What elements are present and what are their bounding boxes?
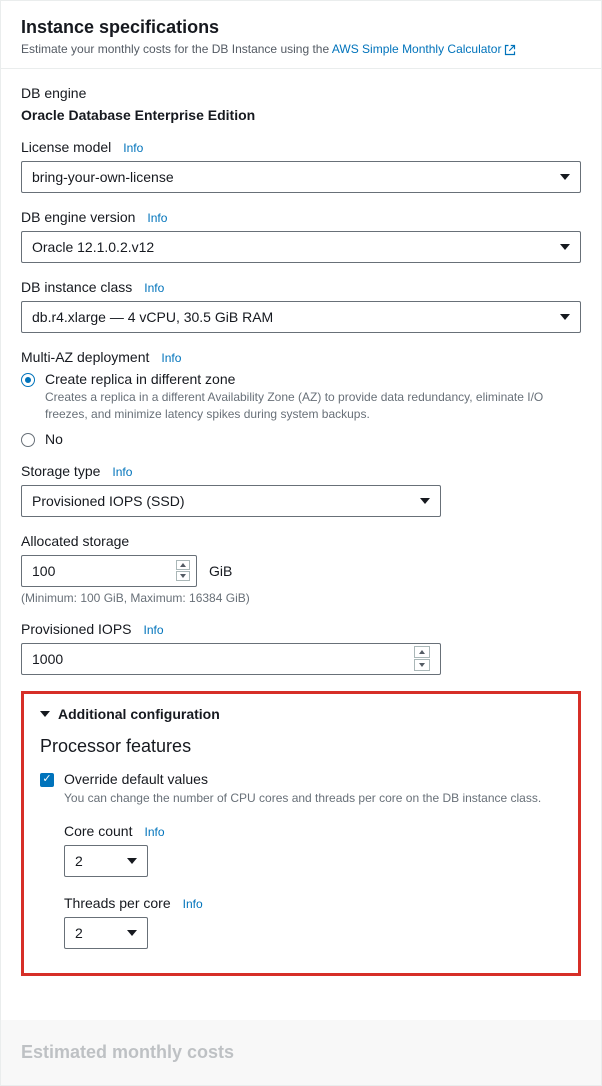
multi-az-option-replica[interactable]: Create replica in different zone Creates…	[21, 371, 581, 423]
chevron-down-icon	[560, 174, 570, 180]
core-count-field: Core count Info 2	[64, 823, 562, 877]
radio-unchecked-icon	[21, 433, 35, 447]
provisioned-iops-input[interactable]: 1000	[21, 643, 441, 675]
external-link-icon	[504, 44, 516, 56]
chevron-down-icon	[420, 498, 430, 504]
header: Instance specifications Estimate your mo…	[1, 1, 601, 68]
allocated-storage-field: Allocated storage 100 GiB (Minimum: 100 …	[21, 533, 581, 605]
threads-info[interactable]: Info	[183, 897, 203, 911]
additional-config-toggle[interactable]: Additional configuration	[40, 706, 562, 722]
db-engine-field: DB engine Oracle Database Enterprise Edi…	[21, 85, 581, 123]
subtitle: Estimate your monthly costs for the DB I…	[21, 42, 581, 56]
chevron-down-icon	[127, 858, 137, 864]
provisioned-iops-field: Provisioned IOPS Info 1000	[21, 621, 581, 675]
license-model-field: License model Info bring-your-own-licens…	[21, 139, 581, 193]
allocated-storage-hint: (Minimum: 100 GiB, Maximum: 16384 GiB)	[21, 591, 581, 605]
checkbox-checked-icon: ✓	[40, 773, 54, 787]
storage-type-info[interactable]: Info	[112, 465, 132, 479]
form-container: Instance specifications Estimate your mo…	[0, 0, 602, 1086]
page-title: Instance specifications	[21, 17, 581, 38]
engine-version-field: DB engine version Info Oracle 12.1.0.2.v…	[21, 209, 581, 263]
additional-config-highlight: Additional configuration Processor featu…	[21, 691, 581, 976]
multi-az-option-no[interactable]: No	[21, 431, 581, 447]
engine-version-info[interactable]: Info	[147, 211, 167, 225]
chevron-down-icon	[127, 930, 137, 936]
engine-version-select[interactable]: Oracle 12.1.0.2.v12	[21, 231, 581, 263]
provisioned-iops-info[interactable]: Info	[144, 623, 164, 637]
instance-class-field: DB instance class Info db.r4.xlarge — 4 …	[21, 279, 581, 333]
triangle-down-icon	[40, 711, 50, 717]
threads-per-core-field: Threads per core Info 2	[64, 895, 562, 949]
multi-az-field: Multi-AZ deployment Info Create replica …	[21, 349, 581, 447]
chevron-down-icon	[560, 244, 570, 250]
instance-class-select[interactable]: db.r4.xlarge — 4 vCPU, 30.5 GiB RAM	[21, 301, 581, 333]
processor-features-title: Processor features	[40, 736, 562, 757]
radio-checked-icon	[21, 373, 35, 387]
override-checkbox-row[interactable]: ✓ Override default values	[40, 771, 562, 787]
number-spinner[interactable]	[414, 646, 430, 671]
chevron-down-icon	[560, 314, 570, 320]
license-model-select[interactable]: bring-your-own-license	[21, 161, 581, 193]
override-description: You can change the number of CPU cores a…	[64, 791, 562, 805]
calculator-link[interactable]: AWS Simple Monthly Calculator	[332, 42, 517, 56]
allocated-storage-input[interactable]: 100	[21, 555, 197, 587]
estimated-costs-section: Estimated monthly costs	[1, 1020, 601, 1085]
estimated-costs-title: Estimated monthly costs	[21, 1042, 581, 1063]
form-body: DB engine Oracle Database Enterprise Edi…	[1, 69, 601, 996]
storage-type-field: Storage type Info Provisioned IOPS (SSD)	[21, 463, 581, 517]
core-count-select[interactable]: 2	[64, 845, 148, 877]
multi-az-info[interactable]: Info	[161, 351, 181, 365]
core-count-info[interactable]: Info	[144, 825, 164, 839]
storage-type-select[interactable]: Provisioned IOPS (SSD)	[21, 485, 441, 517]
instance-class-info[interactable]: Info	[144, 281, 164, 295]
db-engine-value: Oracle Database Enterprise Edition	[21, 107, 581, 123]
license-model-info[interactable]: Info	[123, 141, 143, 155]
threads-per-core-select[interactable]: 2	[64, 917, 148, 949]
number-spinner[interactable]	[176, 560, 190, 581]
